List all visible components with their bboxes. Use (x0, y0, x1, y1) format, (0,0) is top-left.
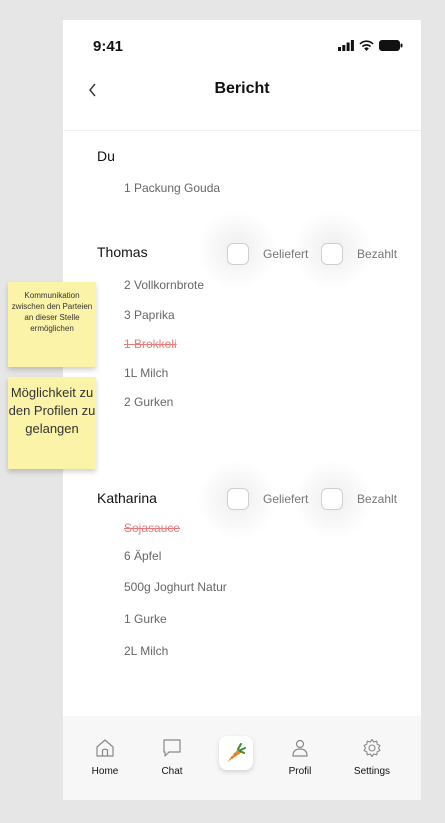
delivered-toggle-thomas[interactable]: Geliefert (227, 243, 308, 265)
list-item-struck: 1 Brokkoli (124, 337, 177, 351)
delivered-label: Geliefert (263, 492, 309, 506)
header: Bericht (63, 78, 421, 131)
list-item-struck: Sojasauce (124, 521, 181, 535)
list-item: 2 Vollkornbrote (124, 278, 205, 292)
list-item: 3 Paprika (124, 308, 175, 322)
nav-chat[interactable]: Chat (142, 738, 202, 777)
list-item: 1L Milch (124, 366, 169, 380)
list-item: 1 Packung Gouda (124, 181, 221, 195)
nav-profile[interactable]: Profil (270, 738, 330, 777)
paid-label: Bezahlt (357, 247, 398, 261)
battery-icon (379, 40, 403, 51)
list-item: 2L Milch (124, 644, 169, 658)
annotation-note-profiles: Möglichkeit zu den Profilen zu gelangen (8, 377, 96, 469)
delivered-label: Geliefert (263, 247, 309, 261)
nav-center-button[interactable] (219, 736, 253, 770)
paid-checkbox[interactable] (321, 243, 343, 265)
page-title: Bericht (214, 80, 270, 97)
carrot-icon (227, 743, 246, 762)
delivered-checkbox[interactable] (227, 243, 249, 265)
chat-icon (163, 739, 181, 757)
signal-icon (338, 40, 354, 51)
delivered-toggle-katharina[interactable]: Geliefert (227, 488, 308, 510)
list-item: 6 Äpfel (124, 549, 162, 563)
home-icon (96, 739, 114, 757)
nav-settings[interactable]: Settings (342, 738, 402, 777)
nav-home-label: Home (91, 766, 119, 777)
paid-toggle-katharina[interactable]: Bezahlt (321, 488, 397, 510)
paid-checkbox[interactable] (321, 488, 343, 510)
person-name-thomas[interactable]: Thomas (97, 244, 148, 260)
list-item: 500g Joghurt Natur (124, 580, 227, 594)
nav-profile-label: Profil (288, 766, 312, 777)
status-icons (338, 40, 403, 51)
person-name-du: Du (97, 148, 115, 164)
profile-icon (292, 739, 308, 757)
gear-icon (363, 738, 381, 758)
phone-screen: 9:41 Bericht Du 1 Packung Gouda Thomas G… (63, 20, 421, 800)
bottom-nav: Home Chat Profil Settings (63, 716, 421, 800)
nav-settings-label: Settings (353, 766, 391, 777)
person-name-katharina[interactable]: Katharina (97, 490, 157, 506)
nav-home[interactable]: Home (75, 738, 135, 777)
annotation-note-communication: Kommunikation zwischen den Parteien an d… (8, 282, 96, 367)
paid-toggle-thomas[interactable]: Bezahlt (321, 243, 397, 265)
nav-chat-label: Chat (161, 766, 183, 777)
wifi-icon (359, 40, 374, 51)
paid-label: Bezahlt (357, 492, 398, 506)
list-item: 1 Gurke (124, 612, 167, 626)
list-item: 2 Gurken (124, 395, 174, 409)
delivered-checkbox[interactable] (227, 488, 249, 510)
status-time: 9:41 (93, 38, 124, 55)
